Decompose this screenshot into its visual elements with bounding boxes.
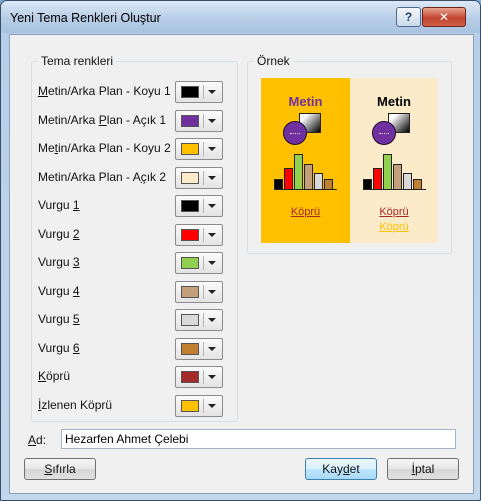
color-picker-button[interactable] <box>175 280 223 303</box>
chevron-down-icon <box>208 375 216 379</box>
preview-light-title: Metin <box>377 94 411 109</box>
chevron-down-icon <box>208 147 216 151</box>
preview-chart-bar <box>403 173 412 190</box>
preview-dark-title: Metin <box>288 94 323 109</box>
color-swatch <box>181 257 199 269</box>
color-picker-button[interactable] <box>175 195 223 217</box>
color-swatch <box>181 114 199 127</box>
preview-smiley-circle <box>372 121 396 145</box>
color-picker-button[interactable] <box>175 138 223 160</box>
theme-color-label: Metin/Arka Plan - Koyu 1 <box>38 84 171 98</box>
close-button[interactable]: ✕ <box>422 7 466 27</box>
preview-dark-panel: Metin Köprü Köprü <box>261 78 350 243</box>
chevron-down-icon <box>208 346 216 351</box>
dialog-window: Yeni Tema Renkleri Oluştur ? ✕ Tema renk… <box>0 0 481 501</box>
chevron-down-icon <box>208 261 216 265</box>
preview-smiley-circle <box>283 121 307 145</box>
preview-light-visited-link: Köprü <box>379 221 409 233</box>
chevron-down-icon <box>208 318 216 322</box>
save-button[interactable]: Kay d et <box>305 458 377 480</box>
preview-light-hyperlink: Köprü <box>379 206 409 218</box>
theme-colors-group-label: Tema renkleri <box>38 54 117 68</box>
preview-chart-bar <box>304 164 313 190</box>
color-picker-button[interactable] <box>175 337 223 360</box>
color-swatch <box>181 171 199 184</box>
theme-color-label: Vurgu 4 <box>38 283 80 298</box>
theme-color-label: Vurgu 2 <box>38 226 80 241</box>
preview-chart-bar <box>294 154 303 190</box>
theme-color-label: İzlenen Köprü <box>38 397 113 412</box>
color-picker-button[interactable] <box>175 366 223 388</box>
cancel-button[interactable]: İptal <box>387 458 459 480</box>
close-icon: ✕ <box>438 10 450 24</box>
color-picker-button[interactable] <box>175 252 223 274</box>
theme-color-label: Vurgu 5 <box>38 312 80 326</box>
color-swatch <box>181 200 199 212</box>
sample-group-label: Örnek <box>254 54 293 68</box>
color-picker-button[interactable] <box>175 166 223 189</box>
color-swatch <box>181 143 199 155</box>
name-input[interactable] <box>61 429 456 449</box>
color-swatch <box>181 399 199 412</box>
chevron-down-icon <box>208 90 216 94</box>
color-swatch <box>181 86 199 98</box>
color-swatch <box>181 285 199 298</box>
preview-dark-visited-link: Köprü <box>290 221 321 233</box>
preview-dark-hyperlink: Köprü <box>290 206 321 218</box>
color-picker-button[interactable] <box>175 394 223 417</box>
sample-preview: Metin Köprü Köprü Metin Köprü Köprü <box>261 78 438 243</box>
preview-chart-bar <box>383 154 392 190</box>
color-picker-button[interactable] <box>175 81 223 103</box>
theme-color-label: Vurgu 3 <box>38 255 80 269</box>
chevron-down-icon <box>208 232 216 237</box>
title-bar[interactable]: Yeni Tema Renkleri Oluştur ? ✕ <box>1 1 480 33</box>
chevron-down-icon <box>208 403 216 408</box>
chevron-down-icon <box>208 204 216 208</box>
reset-button[interactable]: Sıfırla <box>24 458 96 480</box>
preview-light-panel: Metin Köprü Köprü <box>350 78 438 243</box>
theme-color-label: Metin/Arka Plan - Açık 1 <box>38 112 167 127</box>
color-picker-button[interactable] <box>175 309 223 331</box>
name-label: Ad: <box>28 433 47 447</box>
preview-chart-axis <box>274 189 337 190</box>
theme-color-label: Metin/Arka Plan - Koyu 2 <box>38 141 171 155</box>
preview-chart-bar <box>373 168 382 190</box>
theme-color-label: Metin/Arka Plan - Açık 2 <box>38 169 167 184</box>
preview-chart-bar <box>393 164 402 190</box>
theme-color-label: Köprü <box>38 369 71 383</box>
color-swatch <box>181 228 199 241</box>
color-swatch <box>181 342 199 355</box>
help-button[interactable]: ? <box>396 7 421 27</box>
preview-dark-chart <box>274 150 337 190</box>
preview-chart-bar <box>314 173 323 190</box>
preview-chart-axis <box>363 189 426 190</box>
chevron-down-icon <box>208 175 216 180</box>
window-title: Yeni Tema Renkleri Oluştur <box>10 11 161 25</box>
preview-chart-bar <box>284 168 293 190</box>
color-picker-button[interactable] <box>175 223 223 246</box>
preview-light-chart <box>363 150 426 190</box>
theme-color-label: Vurgu 6 <box>38 340 80 355</box>
color-picker-button[interactable] <box>175 109 223 132</box>
color-swatch <box>181 371 199 383</box>
theme-color-label: Vurgu 1 <box>38 198 80 212</box>
chevron-down-icon <box>208 118 216 123</box>
chevron-down-icon <box>208 289 216 294</box>
color-swatch <box>181 314 199 326</box>
help-icon: ? <box>404 10 413 24</box>
